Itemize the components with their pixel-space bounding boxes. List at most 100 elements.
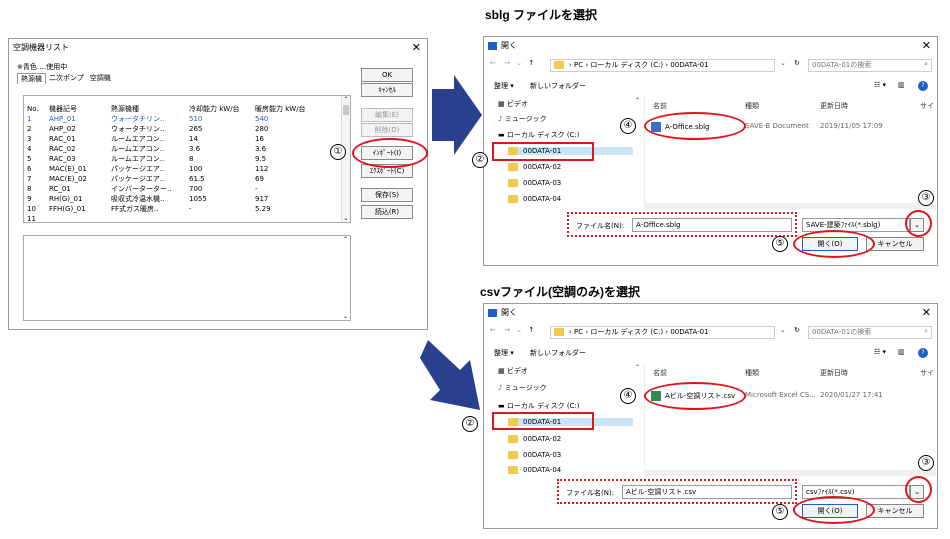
table-cell: 1: [27, 115, 32, 123]
recent-dropdown-icon[interactable]: ⌄: [516, 59, 522, 67]
table-scrollbar[interactable]: ⌃ ⌄: [341, 96, 350, 222]
file-list: 名前 種類 更新日時 サイ Aビル-空調リスト.csv Microsoft Ex…: [644, 364, 936, 472]
folder-icon: [508, 195, 518, 203]
up-icon[interactable]: ↑: [528, 326, 534, 334]
scroll-up-icon[interactable]: ⌃: [342, 96, 350, 103]
drive-icon: ▬: [498, 402, 505, 410]
new-folder-button[interactable]: 新しいフォルダー: [530, 82, 586, 90]
music-icon: ♪: [498, 115, 503, 123]
refresh-icon[interactable]: ↻: [794, 59, 800, 67]
table-cell: -: [189, 205, 192, 213]
cancel-button[interactable]: ｷｬﾝｾﾙ: [361, 83, 413, 97]
address-bar[interactable]: › PC › ローカル ディスク (C:) › 00DATA-01: [550, 59, 775, 72]
back-icon[interactable]: ←: [490, 326, 496, 334]
forward-icon[interactable]: →: [504, 326, 510, 334]
path-dropdown-icon[interactable]: ⌄: [780, 59, 786, 67]
col-symbol: 機器記号: [49, 105, 77, 113]
nav-item-00data-04[interactable]: 00DATA-04: [508, 195, 561, 203]
nav-item-label: ビデオ: [506, 100, 528, 108]
col-header-size[interactable]: サイ: [920, 368, 934, 378]
col-heating: 暖房能力 kW/台: [255, 105, 306, 113]
back-icon[interactable]: ←: [490, 59, 496, 67]
scroll-thumb[interactable]: [343, 105, 349, 115]
help-icon[interactable]: ?: [918, 81, 928, 91]
col-cooling: 冷却能力 kW/台: [189, 105, 240, 113]
edit-button[interactable]: 編集(E): [361, 108, 413, 122]
path-drive[interactable]: ローカル ディスク (C:): [590, 61, 663, 69]
col-header-type[interactable]: 種類: [745, 101, 759, 111]
col-header-date[interactable]: 更新日時: [820, 368, 848, 378]
up-icon[interactable]: ↑: [528, 59, 534, 67]
details-scroll-down-icon[interactable]: ⌄: [343, 313, 348, 320]
path-dropdown-icon[interactable]: ⌄: [780, 326, 786, 334]
nav-item-00data-02[interactable]: 00DATA-02: [508, 435, 561, 443]
nav-item-video[interactable]: ▦ ビデオ: [498, 366, 528, 376]
scroll-down-icon[interactable]: ⌄: [342, 215, 350, 222]
organize-button[interactable]: 整理 ▾: [494, 82, 514, 90]
horizontal-scrollbar[interactable]: [644, 470, 936, 476]
file-type-select[interactable]: SAVE-建築ﾌｧｲﾙ(*.sblg): [802, 218, 910, 232]
forward-icon[interactable]: →: [504, 59, 510, 67]
col-header-name[interactable]: 名前: [653, 368, 667, 378]
table-row[interactable]: 8 RC_01 インバーターター.. 700 -: [24, 184, 324, 194]
close-icon[interactable]: ✕: [412, 39, 421, 57]
table-row[interactable]: 4 RAC_02 ルームエアコン.. 3.6 3.6: [24, 144, 324, 154]
delete-button[interactable]: 削除(D): [361, 123, 413, 137]
table-cell: 700: [189, 185, 203, 193]
close-icon[interactable]: ✕: [922, 304, 931, 322]
help-icon[interactable]: ?: [918, 348, 928, 358]
new-folder-button[interactable]: 新しいフォルダー: [530, 349, 586, 357]
nav-item-00data-03[interactable]: 00DATA-03: [508, 179, 561, 187]
path-pc[interactable]: PC: [574, 328, 583, 336]
path-folder[interactable]: 00DATA-01: [670, 61, 708, 69]
search-input[interactable]: 00DATA-01の検索 ⌕: [808, 326, 932, 339]
step-4-marker: ④: [620, 388, 636, 404]
path-drive[interactable]: ローカル ディスク (C:): [590, 328, 663, 336]
view-options-icon[interactable]: ☷ ▾: [874, 81, 886, 89]
preview-pane-icon[interactable]: ▥: [898, 81, 905, 89]
table-row[interactable]: 3 RAC_01 ルームエアコン.. 14 16: [24, 134, 324, 144]
col-header-type[interactable]: 種類: [745, 368, 759, 378]
col-header-name[interactable]: 名前: [653, 101, 667, 111]
tab-secondary-pump[interactable]: 二次ポンプ: [46, 73, 87, 84]
preview-pane-icon[interactable]: ▥: [898, 348, 905, 356]
nav-item-local-disk[interactable]: ▬ ローカル ディスク (C:): [498, 401, 580, 411]
nav-item-00data-04[interactable]: 00DATA-04: [508, 466, 561, 474]
table-row[interactable]: 7 MAC(E)_02 パッケージエア.. 61.5 69: [24, 174, 324, 184]
horizontal-scrollbar[interactable]: [644, 203, 936, 209]
view-options-icon[interactable]: ☷ ▾: [874, 348, 886, 356]
path-pc[interactable]: PC: [574, 61, 583, 69]
organize-button[interactable]: 整理 ▾: [494, 349, 514, 357]
search-input[interactable]: 00DATA-01の検索 ⌕: [808, 59, 932, 72]
col-header-date[interactable]: 更新日時: [820, 101, 848, 111]
nav-item-00data-03[interactable]: 00DATA-03: [508, 451, 561, 459]
path-folder[interactable]: 00DATA-01: [670, 328, 708, 336]
table-row[interactable]: 2 AHP_02 ウォータチリン.. 265 280: [24, 124, 324, 134]
ok-button[interactable]: OK: [361, 68, 413, 82]
table-row[interactable]: 11: [24, 214, 324, 224]
table-row[interactable]: 10 FFH(G)_01 FF式ガス暖房.. - 5.29: [24, 204, 324, 214]
step-3-marker: ③: [918, 190, 934, 206]
recent-dropdown-icon[interactable]: ⌄: [516, 326, 522, 334]
details-scroll-up-icon[interactable]: ⌃: [343, 236, 348, 243]
nav-item-music[interactable]: ♪ ミュージック: [498, 114, 547, 124]
table-row[interactable]: 6 MAC(E)_01 パッケージエア.. 100 112: [24, 164, 324, 174]
nav-scroll-up-icon[interactable]: ⌃: [635, 97, 640, 104]
save-button[interactable]: 保存(S): [361, 188, 413, 202]
table-cell: 4: [27, 145, 32, 153]
nav-scroll-up-icon[interactable]: ⌃: [635, 364, 640, 371]
close-icon[interactable]: ✕: [922, 37, 931, 55]
tab-heat-source[interactable]: 熱源機: [17, 73, 46, 84]
nav-item-music[interactable]: ♪ ミュージック: [498, 383, 547, 393]
table-row[interactable]: 5 RAC_03 ルームエアコン.. 8 9.5: [24, 154, 324, 164]
tab-air-handler[interactable]: 空調機: [87, 73, 114, 84]
table-row[interactable]: 1 AHP_01 ウォータチリン.. 510 540: [24, 114, 324, 124]
col-header-size[interactable]: サイ: [920, 101, 934, 111]
table-row[interactable]: 9 RH(G)_01 吸収式冷温水機.. 1055 917: [24, 194, 324, 204]
address-bar[interactable]: › PC › ローカル ディスク (C:) › 00DATA-01: [550, 326, 775, 339]
nav-item-local-disk[interactable]: ▬ ローカル ディスク (C:): [498, 130, 580, 140]
refresh-icon[interactable]: ↻: [794, 326, 800, 334]
nav-item-video[interactable]: ▦ ビデオ: [498, 99, 528, 109]
load-button[interactable]: 読込(R): [361, 205, 413, 219]
nav-item-00data-02[interactable]: 00DATA-02: [508, 163, 561, 171]
